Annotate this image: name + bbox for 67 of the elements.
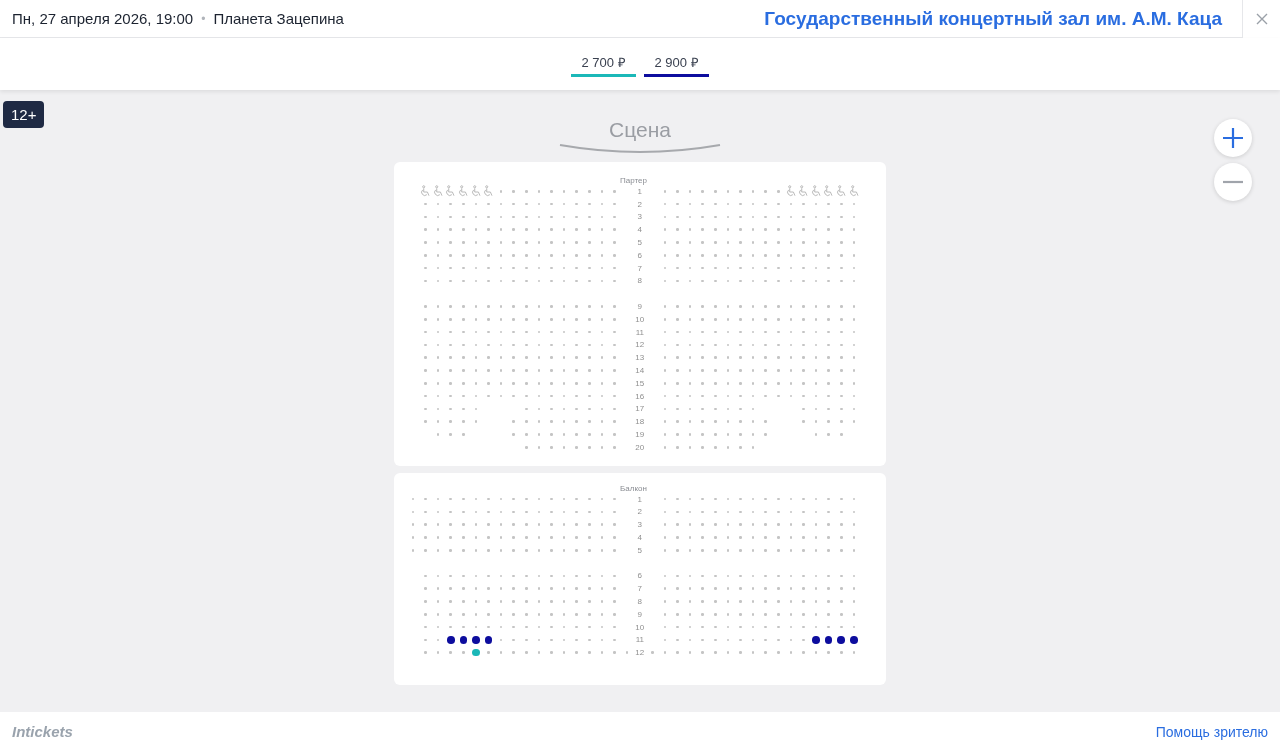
wheelchair-icon — [469, 184, 483, 198]
wheelchair-icon — [835, 184, 848, 198]
row-number: 5 — [636, 545, 643, 555]
plus-icon — [1222, 127, 1244, 149]
row-number: 11 — [634, 635, 645, 645]
minus-icon — [1222, 180, 1244, 184]
row-number: 12 — [634, 648, 646, 658]
row-number: 3 — [636, 212, 643, 222]
row-number: 20 — [634, 442, 646, 452]
row-number: 11 — [634, 327, 645, 337]
row-number: 12 — [634, 340, 646, 350]
wheelchair-icon — [457, 184, 470, 198]
row-number: 4 — [636, 225, 643, 235]
available-seat[interactable] — [850, 636, 858, 644]
venue-link[interactable]: Государственный концертный зал им. А.М. Каца — [764, 7, 1222, 30]
close-icon — [1255, 12, 1268, 25]
price-tab[interactable]: 2 700 ₽ — [571, 51, 636, 77]
row-number: 5 — [636, 238, 643, 248]
row-number: 9 — [636, 609, 643, 619]
row-number: 10 — [634, 314, 646, 324]
age-badge: 12+ — [3, 101, 45, 128]
row-number: 18 — [634, 417, 646, 427]
wheelchair-icon — [419, 184, 432, 198]
row-number: 8 — [636, 276, 643, 286]
stage-label: Сцена — [609, 118, 671, 142]
row-number: 1 — [636, 494, 643, 504]
row-number: 6 — [636, 571, 643, 581]
row-number: 8 — [636, 597, 643, 606]
zoom-in-button[interactable] — [1214, 119, 1252, 157]
available-seat[interactable] — [824, 636, 833, 644]
row-number: 14 — [634, 366, 646, 376]
available-seat[interactable] — [446, 636, 455, 644]
event-date: Пн, 27 апреля 2026, 19:00 — [12, 10, 194, 27]
wheelchair-icon — [797, 184, 810, 198]
price-tab[interactable]: 2 900 ₽ — [644, 51, 709, 77]
row-number: 9 — [636, 302, 643, 312]
section-title: Балкон — [620, 484, 647, 493]
row-number: 1 — [636, 186, 643, 196]
row-number: 16 — [634, 391, 646, 401]
row-number: 7 — [636, 584, 643, 594]
row-number: 2 — [636, 507, 643, 517]
row-number: 2 — [636, 199, 643, 209]
wheelchair-icon — [809, 184, 823, 198]
row-number: 7 — [636, 263, 643, 273]
row-number: 19 — [634, 430, 646, 440]
available-seat[interactable] — [472, 636, 480, 644]
row-number: 4 — [636, 533, 643, 542]
wheelchair-icon — [431, 184, 445, 198]
brand-logo: Intickets — [12, 723, 73, 740]
event-title: Планета Зацепина — [213, 10, 344, 27]
wheelchair-icon — [482, 184, 495, 198]
row-number: 15 — [634, 378, 646, 388]
row-number: 13 — [634, 353, 646, 363]
available-seat[interactable] — [837, 636, 846, 644]
available-seat[interactable] — [459, 636, 468, 644]
help-link[interactable]: Помощь зрителю — [1155, 723, 1268, 740]
available-seat[interactable] — [484, 636, 493, 644]
wheelchair-icon — [784, 184, 798, 198]
row-number: 3 — [636, 520, 643, 530]
row-number: 17 — [634, 404, 646, 414]
wheelchair-icon — [822, 184, 835, 198]
row-number: 6 — [636, 250, 643, 260]
section-title: Партер — [620, 177, 647, 185]
available-seat[interactable] — [812, 636, 820, 644]
wheelchair-icon — [847, 184, 861, 198]
row-number: 10 — [634, 622, 646, 632]
separator-dot: • — [201, 11, 206, 26]
